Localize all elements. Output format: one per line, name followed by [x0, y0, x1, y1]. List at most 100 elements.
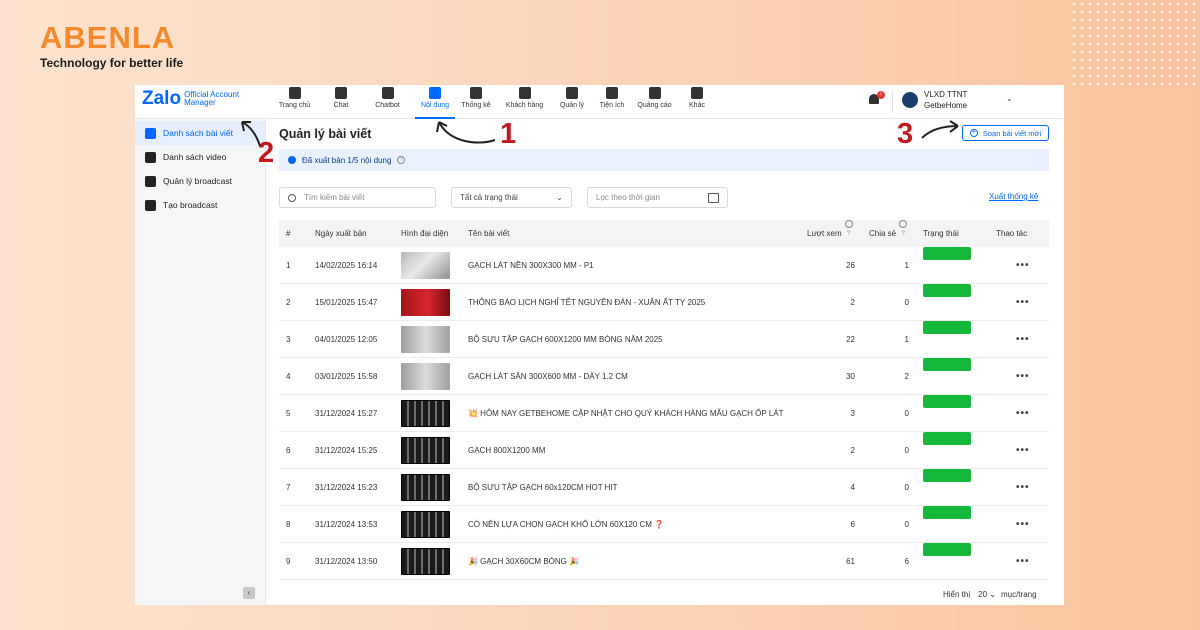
row-title[interactable]: GẠCH LÁT NỀN 300X300 MM - P1 — [468, 247, 594, 284]
row-date: 04/01/2025 12:05 — [315, 335, 378, 344]
table-row[interactable]: 4 03/01/2025 15:58 GẠCH LÁT SÂN 300X600 MM… — [279, 358, 1049, 395]
row-thumbnail[interactable] — [401, 548, 450, 575]
arrow-2-icon — [241, 121, 261, 147]
row-title[interactable]: BỘ SƯU TẬP GẠCH 600X1200 MM BÓNG NĂM 202… — [468, 321, 663, 358]
status-badge: Đã xuất bản — [923, 432, 971, 454]
row-title[interactable]: 🎉 GẠCH 30X60CM BÓNG 🎉 — [468, 543, 579, 580]
compose-label: Soạn bài viết mới — [982, 128, 1042, 138]
row-thumbnail[interactable] — [401, 363, 450, 390]
table-row[interactable]: 2 15/01/2025 15:47 THÔNG BÁO LỊCH NGHỈ TẾT… — [279, 284, 1049, 321]
table-row[interactable]: 3 04/01/2025 12:05 BỘ SƯU TẬP GẠCH 600X120… — [279, 321, 1049, 358]
help-icon[interactable]: ? — [397, 156, 406, 164]
row-thumbnail[interactable] — [401, 252, 450, 279]
nav-item-8[interactable]: Quảng cáo — [632, 85, 677, 119]
nav-label: Tiện ích — [599, 102, 625, 109]
table-row[interactable]: 6 31/12/2024 15:25 GẠCH 800X1200 MM 2 0 Đã xu… — [279, 432, 1049, 469]
more-actions-icon[interactable]: ••• — [1016, 469, 1030, 506]
robot-icon — [381, 87, 394, 99]
row-thumbnail[interactable] — [401, 326, 450, 353]
nav-item-3[interactable]: Nội dung — [415, 85, 455, 119]
date-placeholder: Lọc theo thời gian — [596, 193, 660, 202]
more-actions-icon[interactable]: ••• — [1016, 543, 1030, 580]
row-thumbnail[interactable] — [401, 437, 450, 464]
row-views: 2 — [850, 298, 855, 307]
account-menu[interactable]: VLXD TTNT GetbeHome ⌄ — [902, 89, 1013, 111]
ads-icon — [648, 87, 661, 99]
row-title[interactable]: CÓ NÊN LỰA CHỌN GẠCH KHỔ LỚN 60X120 CM ❓ — [468, 506, 664, 543]
row-thumbnail[interactable] — [401, 289, 450, 316]
row-index: 2 — [286, 298, 291, 307]
status-badge: Đã xuất bản — [923, 247, 971, 269]
export-stats-link[interactable]: Xuất thống kê — [989, 192, 1038, 201]
row-title[interactable]: 💥 HÔM NAY GETBEHOME CẬP NHẬT CHO QUÝ KHÁ… — [468, 395, 784, 432]
status-select[interactable]: Tất cả trạng thái ⌄ — [451, 187, 572, 208]
nav-item-6[interactable]: Quản lý — [552, 85, 592, 119]
more-actions-icon[interactable]: ••• — [1016, 321, 1030, 358]
collapse-sidebar-button[interactable]: ‹ — [243, 587, 255, 599]
row-index: 5 — [286, 409, 291, 418]
sidebar-item-label: Tạo broadcast — [163, 200, 218, 210]
table-row[interactable]: 7 31/12/2024 15:23 BỘ SƯU TẬP GẠCH 60x120C… — [279, 469, 1049, 506]
col-views: Lượt xem? — [807, 220, 853, 247]
nav-item-9[interactable]: Khác — [677, 85, 717, 119]
notification-badge: ! — [877, 91, 885, 99]
help-icon[interactable]: ? — [844, 220, 853, 237]
more-actions-icon[interactable]: ••• — [1016, 284, 1030, 321]
row-shares: 2 — [904, 372, 909, 381]
table-row[interactable]: 5 31/12/2024 15:27 💥 HÔM NAY GETBEHOME CẬP… — [279, 395, 1049, 432]
row-index: 4 — [286, 372, 291, 381]
status-badge: Đã xuất bản — [923, 321, 971, 343]
more-actions-icon[interactable]: ••• — [1016, 432, 1030, 469]
nav-label: Quản lý — [559, 102, 585, 109]
nav-item-2[interactable]: Chatbot — [360, 85, 415, 119]
annotation-3: 3 — [897, 118, 914, 150]
search-icon — [288, 193, 296, 202]
row-title[interactable]: GẠCH 800X1200 MM — [468, 432, 545, 469]
row-title[interactable]: GẠCH LÁT SÂN 300X600 MM - DÀY 1.2 CM — [468, 358, 628, 395]
sidebar-item-2[interactable]: Quản lý broadcast — [135, 169, 265, 193]
help-icon[interactable]: ? — [899, 220, 908, 237]
video-icon — [145, 151, 156, 163]
row-index: 9 — [286, 557, 291, 566]
row-title[interactable]: BỘ SƯU TẬP GẠCH 60x120CM HOT HIT — [468, 469, 618, 506]
nav-label: Chatbot — [375, 102, 400, 109]
compose-article-button[interactable]: + Soạn bài viết mới — [962, 125, 1049, 141]
nav-item-5[interactable]: Khách hàng — [497, 85, 552, 119]
page-size-select[interactable]: 20 ⌄ — [978, 590, 996, 599]
status-badge: Đã xuất bản — [923, 284, 971, 306]
col-index: # — [286, 229, 291, 238]
notification-bell[interactable]: ! — [869, 91, 885, 106]
row-title[interactable]: THÔNG BÁO LỊCH NGHỈ TẾT NGUYÊN ĐÁN - XUÂ… — [468, 284, 705, 321]
info-text: Đã xuất bản 1/5 nội dung — [302, 155, 392, 165]
article-list-icon — [145, 127, 156, 139]
date-filter[interactable]: Lọc theo thời gian — [587, 187, 728, 208]
chevron-down-icon: ⌄ — [556, 193, 563, 202]
table-row[interactable]: 1 14/02/2025 16:14 GẠCH LÁT NỀN 300X300 MM… — [279, 247, 1049, 284]
row-date: 31/12/2024 15:23 — [315, 483, 378, 492]
row-date: 03/01/2025 15:58 — [315, 372, 378, 381]
nav-item-1[interactable]: Chat — [322, 85, 360, 119]
more-actions-icon[interactable]: ••• — [1016, 358, 1030, 395]
zalo-logo[interactable]: Zalo Official Account Manager — [142, 88, 248, 110]
table-row[interactable]: 8 31/12/2024 13:53 CÓ NÊN LỰA CHỌN GẠCH KH… — [279, 506, 1049, 543]
col-shares-label: Chia sẻ — [869, 229, 897, 238]
row-thumbnail[interactable] — [401, 511, 450, 538]
more-actions-icon[interactable]: ••• — [1016, 395, 1030, 432]
table-row[interactable]: 9 31/12/2024 13:50 🎉 GẠCH 30X60CM BÓNG 🎉 61… — [279, 543, 1049, 580]
app-window: Zalo Official Account Manager Trang chủ C… — [135, 85, 1064, 605]
nav-item-7[interactable]: Tiện ích — [592, 85, 632, 119]
row-views: 26 — [846, 261, 855, 270]
nav-item-4[interactable]: Thống kê — [455, 85, 497, 119]
nav-item-0[interactable]: Trang chủ — [267, 85, 322, 119]
row-thumbnail[interactable] — [401, 474, 450, 501]
status-badge: Đã xuất bản — [923, 469, 971, 491]
users-icon — [518, 87, 531, 99]
search-input[interactable]: Tìm kiếm bài viết — [279, 187, 436, 208]
puzzle-icon — [606, 87, 618, 99]
document-icon — [429, 87, 441, 99]
sidebar-item-3[interactable]: Tạo broadcast — [135, 193, 265, 217]
more-actions-icon[interactable]: ••• — [1016, 247, 1030, 284]
nav-label: Chat — [333, 102, 349, 109]
row-thumbnail[interactable] — [401, 400, 450, 427]
more-actions-icon[interactable]: ••• — [1016, 506, 1030, 543]
